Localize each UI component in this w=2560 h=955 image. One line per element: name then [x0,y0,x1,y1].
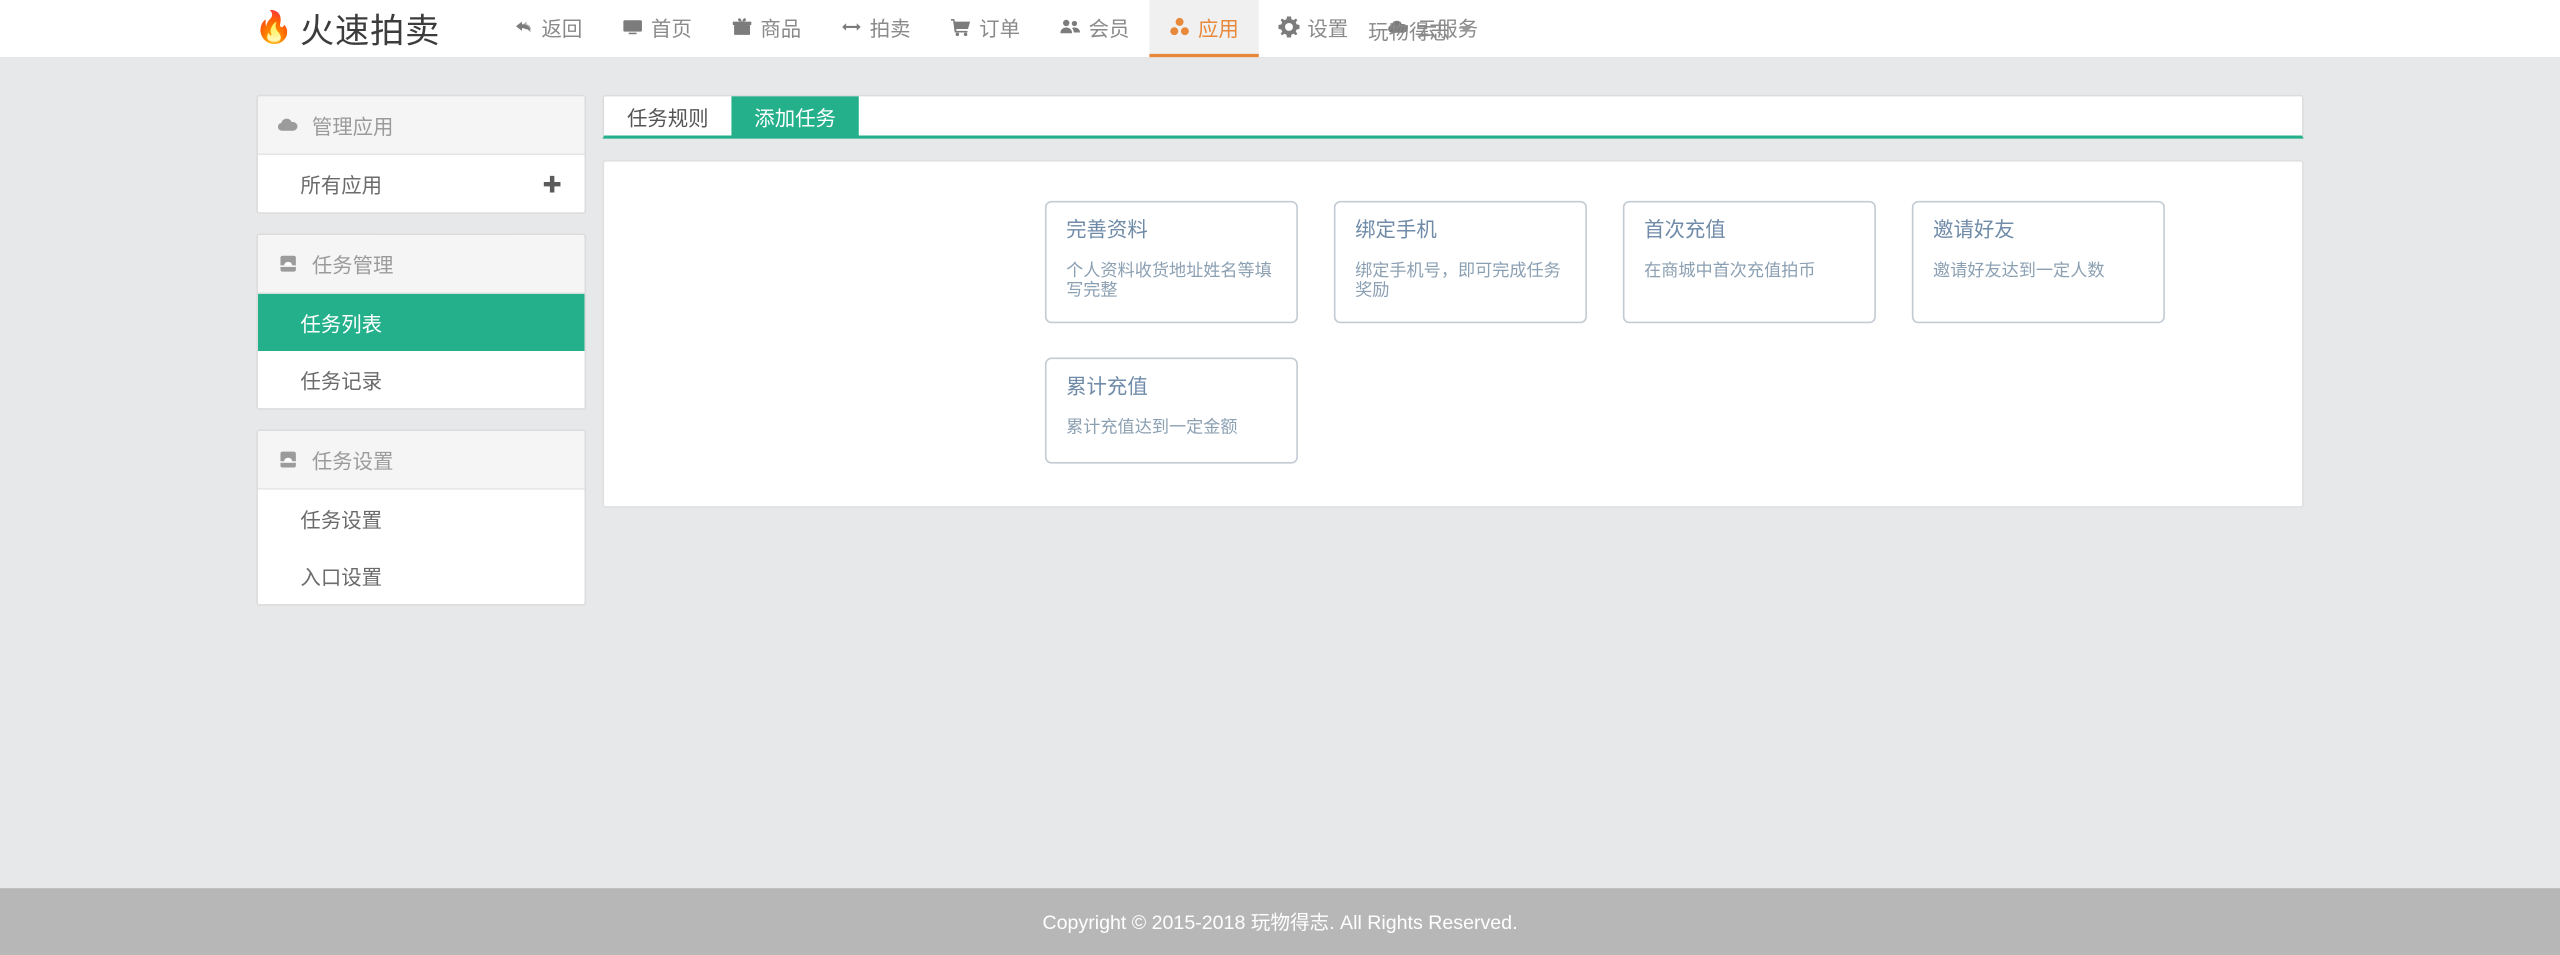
task-card[interactable]: 累计充值累计充值达到一定金额 [1044,357,1298,464]
nav-item-label: 会员 [1088,17,1130,41]
nav-item-0[interactable]: 返回 [493,0,602,57]
apps-cubes-icon [1169,16,1190,37]
sidebar-item-label: 入口设置 [300,566,383,590]
sidebar-item-label: 任务记录 [300,370,383,394]
flame-icon: 🔥 [254,11,294,46]
sidebar-group-header: 任务设置 [257,431,585,490]
nav-item-6[interactable]: 应用 [1149,0,1259,58]
tab-0[interactable]: 任务规则 [604,96,731,135]
nav-item-label: 设置 [1307,17,1349,41]
sidebar-item[interactable]: 所有应用 ✚ [257,155,585,213]
sidebar-group-header: 任务管理 [257,235,585,294]
brand-logo-link[interactable]: 🔥 火速拍卖 [255,0,441,57]
nav-item-label: 商品 [760,17,802,41]
users-icon [1059,16,1080,37]
brand-name: 火速拍卖 [299,12,441,50]
nav-item-label: 订单 [979,17,1020,41]
inbox-icon [278,449,299,470]
task-card[interactable]: 邀请好友邀请好友达到一定人数 [1911,200,2165,324]
task-card[interactable]: 绑定手机绑定手机号，即可完成任务奖励 [1333,200,1587,324]
gear-icon [1278,16,1300,38]
task-card-title: 完善资料 [1066,218,1148,242]
sidebar-item[interactable]: 任务列表 [257,293,585,352]
cloud-icon [277,114,299,135]
cart-icon [950,16,971,37]
inbox-icon [278,253,299,274]
task-card[interactable]: 首次充值在商城中首次充值拍币 [1622,200,1876,324]
chevron-down-icon [1459,26,1473,33]
sidebar-group-title: 管理应用 [311,115,394,139]
sidebar-item[interactable]: 入口设置 [257,546,585,605]
tab-1[interactable]: 添加任务 [731,96,859,136]
nav-item-1[interactable]: 首页 [602,0,711,57]
tab-bar: 任务规则 添加任务 [602,94,2304,139]
arrows-icon [840,16,861,37]
nav-item-label: 拍卖 [869,17,911,41]
task-card-title: 邀请好友 [1933,218,2015,242]
nav-item-label: 返回 [541,17,583,41]
page-body: 管理应用 所有应用 ✚ 任务管理 任务列表 任务记录 任务设置 任务设置 入口设置 任务规则 添加… [0,59,2560,875]
task-card-title: 绑定手机 [1355,218,1437,242]
sidebar-item-label: 任务列表 [300,313,383,337]
task-card-grid: 完善资料 个人资料收货地址姓名等填写完整 绑定手机 绑定手机号，即可完成任务奖励 首次充… [604,200,2302,464]
nav-item-label: 首页 [650,17,692,41]
monitor-icon [622,16,643,37]
sidebar-group-title: 任务管理 [311,254,394,278]
sidebar-group: 任务管理任务列表任务记录 [256,233,587,410]
back-arrow-icon [512,16,533,37]
nav-item-4[interactable]: 订单 [930,0,1039,57]
task-panel: 完善资料 个人资料收货地址姓名等填写完整 绑定手机 绑定手机号，即可完成任务奖励 首次充… [602,159,2304,508]
main-nav: 返回 首页 商品 拍卖 订单 会员 应用 设置 云服务 [493,0,1498,58]
sidebar-item[interactable]: 任务记录 [257,351,585,409]
task-card-desc: 累计充值达到一定金额 [1066,417,1238,438]
task-card-title: 首次充值 [1644,218,1726,242]
user-menu[interactable]: 玩物得志 [1368,0,1473,59]
gift-icon [731,16,752,37]
task-card-title: 累计充值 [1066,375,1148,399]
task-card-desc: 邀请好友达到一定人数 [1933,260,2105,281]
sidebar-item-label: 所有应用 [300,174,383,198]
plus-icon[interactable]: ✚ [542,172,561,195]
sidebar-item-label: 任务设置 [300,509,383,533]
content-area: 任务规则 添加任务 完善资料 个人资料收货地址姓名等填写完整 绑定手机 绑定手机号，即可… [602,94,2304,508]
sidebar-group-title: 任务设置 [311,450,394,474]
task-card-desc: 个人资料收货地址姓名等填写完整 [1066,260,1272,301]
sidebar-item[interactable]: 任务设置 [257,489,585,547]
task-card[interactable]: 完善资料个人资料收货地址姓名等填写完整 [1044,200,1298,324]
sidebar-group: 管理应用所有应用 ✚ [256,94,587,214]
user-name: 玩物得志 [1368,20,1450,44]
app-viewport: 🔥 火速拍卖 返回 首页 商品 拍卖 订单 会员 应用 设置 云服务 玩物得志 管理应用 所有应用… [0,0,2560,955]
nav-item-2[interactable]: 商品 [711,0,820,57]
nav-item-label: 应用 [1197,17,1239,41]
nav-item-5[interactable]: 会员 [1040,0,1149,57]
top-navigation-bar: 🔥 火速拍卖 返回 首页 商品 拍卖 订单 会员 应用 设置 云服务 玩物得志 [0,0,2560,59]
nav-item-3[interactable]: 拍卖 [821,0,930,57]
sidebar-group: 任务设置 任务设置 入口设置 [256,429,587,606]
sidebar-group-header: 管理应用 [257,96,585,156]
task-card-desc: 在商城中首次充值拍币 [1644,260,1816,281]
page-footer: Copyright © 2015-2018 玩物得志. All Rights R… [0,888,2560,955]
nav-item-7[interactable]: 设置 [1258,0,1367,57]
sidebar: 管理应用 所有应用 ✚ 任务管理 任务列表 任务记录 任务设置 任务设置 入口设置 [256,94,587,626]
copyright-text: Copyright © 2015-2018 玩物得志. All Rights R… [1042,911,1518,934]
task-card-desc: 绑定手机号，即可完成任务奖励 [1355,260,1561,301]
